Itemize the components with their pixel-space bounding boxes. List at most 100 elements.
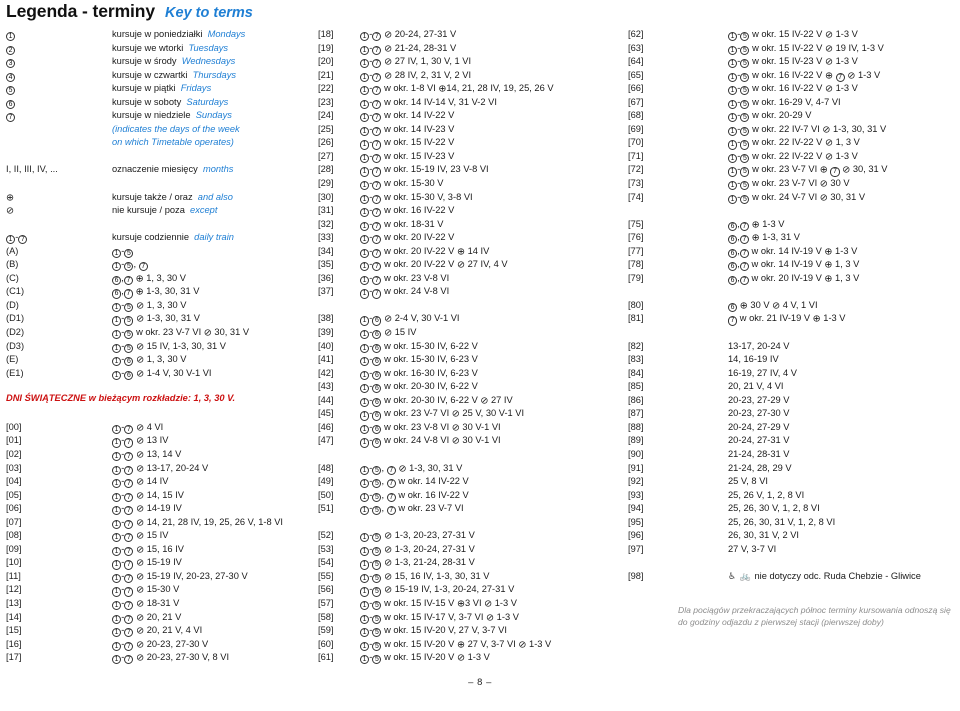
circled-day-7: 7 xyxy=(372,221,382,231)
entry-value-cell: 1-5 w okr. 16 IV-22 V ⊕ 7 ⊘ 1-3 V xyxy=(728,69,960,83)
circled-day-5: 5 xyxy=(372,492,382,502)
right-index-ref: [98] xyxy=(628,570,644,581)
circled-day-1: 1 xyxy=(360,45,370,55)
circled-day-1: 1 xyxy=(360,587,370,597)
entry-key: [05] xyxy=(6,489,22,500)
legend-minus-label: nie kursuje / poza except xyxy=(112,205,218,216)
plus-circle-icon: ⊕ xyxy=(6,192,15,204)
entry-row: [09] 1-7 ⊘ 15, 16 IV [53] xyxy=(0,543,352,557)
plus-circle-icon: ⊕ xyxy=(456,246,465,258)
circled-day-7: 7 xyxy=(372,140,382,150)
legend-day-label: kursuje w niedziele Sundays xyxy=(112,110,232,121)
circled-day-5: 5 xyxy=(124,316,134,326)
entry-key-cell: [10] xyxy=(0,556,112,570)
entry-value-cell: 1-7 ⊘ 21-24, 28-31 V xyxy=(352,42,628,56)
entry-value-cell: 1-6 w okr. 20-30 IV, 6-22 V ⊘ 27 IV xyxy=(352,394,628,408)
mid-index-ref: [59] xyxy=(318,625,334,636)
circled-day-1: 1 xyxy=(112,438,122,448)
entry-row: 20-23, 27-30 V xyxy=(668,407,960,421)
entry-value-cell: 1-7 w okr. 15 IV-23 V xyxy=(352,150,628,164)
circled-day-7: 7 xyxy=(372,99,382,109)
legend-plus-label: kursuje także / oraz and also xyxy=(112,191,233,202)
slashed-circle-icon: ⊘ xyxy=(136,490,145,502)
legend-minus-row: ⊘ nie kursuje / poza except [31] xyxy=(0,204,352,218)
circled-day-7: 7 xyxy=(372,235,382,245)
mid-index-ref: [20] xyxy=(318,56,334,67)
row-index: [25] xyxy=(318,123,334,134)
right-index-ref: [70] xyxy=(628,137,644,148)
mid-index-ref: [36] xyxy=(318,272,334,283)
entry-value-cell: 1-5 w okr. 15 IV-22 V ⊘ 19 IV, 1-3 V xyxy=(728,42,960,56)
legend-code-row: (D1) 1-5 ⊘ 1-3, 30, 31 V [38] xyxy=(0,312,352,326)
right-index-ref: [82] xyxy=(628,340,644,351)
entry-value-cell: 1-7 ⊘ 15 IV xyxy=(112,529,318,543)
entry-value-cell: 1-7 ⊘ 15, 16 IV xyxy=(112,543,318,557)
circled-day-1: 1 xyxy=(360,614,370,624)
legend-day-row: 1 kursuje w poniedziałki Mondays [18] xyxy=(0,28,352,42)
circled-day-7: 7 xyxy=(124,641,134,651)
entry-row: 14, 16-19 IV xyxy=(668,353,960,367)
legend-day-row: 2 kursuje we wtorki Tuesdays [19] xyxy=(0,42,352,56)
slashed-circle-icon: ⊘ xyxy=(136,449,145,461)
right-index-ref: [88] xyxy=(628,421,644,432)
entry-row: 21-24, 28, 29 V xyxy=(668,462,960,476)
entry-value-cell: 1-5 w okr. 16 IV-22 V ⊘ 1-3 V xyxy=(728,82,960,96)
entry-row: 1-7 w okr. 14 IV-14 V, 31 V-2 VI [67] xyxy=(352,96,668,110)
entry-key: [02] xyxy=(6,448,22,459)
legend-day-english: Tuesdays xyxy=(188,42,229,53)
entry-value-cell: 1-6 w okr. 15-30 IV, 6-23 V xyxy=(352,353,628,367)
slashed-circle-icon: ⊘ xyxy=(384,29,393,41)
legend-code-value: 1-5 xyxy=(112,245,318,259)
legend-day-label: kursuje w piątki Fridays xyxy=(112,83,212,94)
legend-note-text: (indicates the days of the week xyxy=(112,123,240,134)
right-index-ref: [95] xyxy=(628,516,644,527)
entry-row: 1-5 w okr. 23 V-7 VI ⊕ 7 ⊘ 30, 31 V xyxy=(668,163,960,177)
circled-day-1: 1 xyxy=(360,153,370,164)
midnight-footnote: Dla pociągów przekraczających północ ter… xyxy=(678,605,958,628)
entry-value-cell: 1-5 w okr. 22 IV-22 V ⊘ 1, 3 V xyxy=(728,136,960,150)
legend-code-key: (C1) xyxy=(6,286,25,297)
entry-key-cell: [00] xyxy=(0,421,112,435)
circled-day-7: 7 xyxy=(124,600,134,611)
entry-value-cell: 20-24, 27-29 V xyxy=(728,421,790,432)
entry-row: 1-6 w okr. 20-30 IV, 6-22 V [85] xyxy=(352,380,668,394)
months-english: months xyxy=(202,164,234,175)
circled-day-6: 6 xyxy=(728,302,738,313)
legend-daily-symbol: 1-7 xyxy=(0,231,112,245)
entry-value-cell: 1-7 w okr. 23 V-8 VI xyxy=(352,272,628,286)
circled-day-1: 1 xyxy=(360,343,370,353)
right-index-ref: [77] xyxy=(628,245,644,256)
mid-index-ref: [53] xyxy=(318,543,334,554)
right-index-ref: [69] xyxy=(628,123,644,134)
entry-row: 25, 26 V, 1, 2, 8 VI xyxy=(668,489,960,503)
slashed-circle-icon: ⊘ xyxy=(136,354,145,366)
legend-note-text: on which Timetable operates) xyxy=(112,137,234,148)
slashed-circle-icon: ⊘ xyxy=(824,29,833,41)
slashed-circle-icon: ⊘ xyxy=(136,652,145,664)
slashed-circle-icon: ⊘ xyxy=(136,612,145,624)
entry-row: 1-7 w okr. 15 IV-23 V [71] xyxy=(352,150,668,164)
entry-row: [10] 1-7 ⊘ 15-19 IV [54] xyxy=(0,556,352,570)
entry-value-cell: 21-24, 28-31 V xyxy=(728,448,790,459)
entry-row: 1-5 w okr. 15 IV-22 V ⊘ 1-3 V xyxy=(668,28,960,42)
right-index-ref: [72] xyxy=(628,164,644,175)
entry-row: 1-5 w okr. 15 IV-17 V, 3-7 VI ⊘ 1-3 V xyxy=(352,611,668,625)
circled-day-1: 1 xyxy=(728,140,738,150)
entry-value-cell: 1-6 w okr. 15-30 IV, 6-22 V xyxy=(352,340,628,354)
plus-circle-icon: ⊕ xyxy=(751,232,760,244)
legend-day-label: kursuje we wtorki Tuesdays xyxy=(112,42,229,53)
entry-value-cell: 1-5 ⊘ 15, 16 IV, 1-3, 30, 31 V xyxy=(352,570,628,584)
entry-value-cell: 26, 30, 31 V, 2 VI xyxy=(728,530,799,541)
circled-day-7: 7 xyxy=(124,506,134,516)
circled-day-3: 3 xyxy=(6,59,16,69)
entry-row: 25 V, 8 VI xyxy=(668,475,960,489)
circled-day-5: 5 xyxy=(372,655,382,665)
entry-row: 1-7 ⊘ 27 IV, 1, 30 V, 1 VI [64] xyxy=(352,55,668,69)
entry-row: 1-5 w okr. 15 IV-23 V ⊘ 1-3 V xyxy=(668,55,960,69)
slashed-circle-icon: ⊘ xyxy=(484,598,493,610)
legend-day-english: Saturdays xyxy=(186,96,229,107)
entry-row: 6,7 w okr. 14 IV-19 V ⊕ 1-3 V xyxy=(668,245,960,259)
circled-day-7: 7 xyxy=(372,86,382,96)
minus-english: except xyxy=(190,205,218,216)
slashed-circle-icon: ⊘ xyxy=(451,422,460,434)
